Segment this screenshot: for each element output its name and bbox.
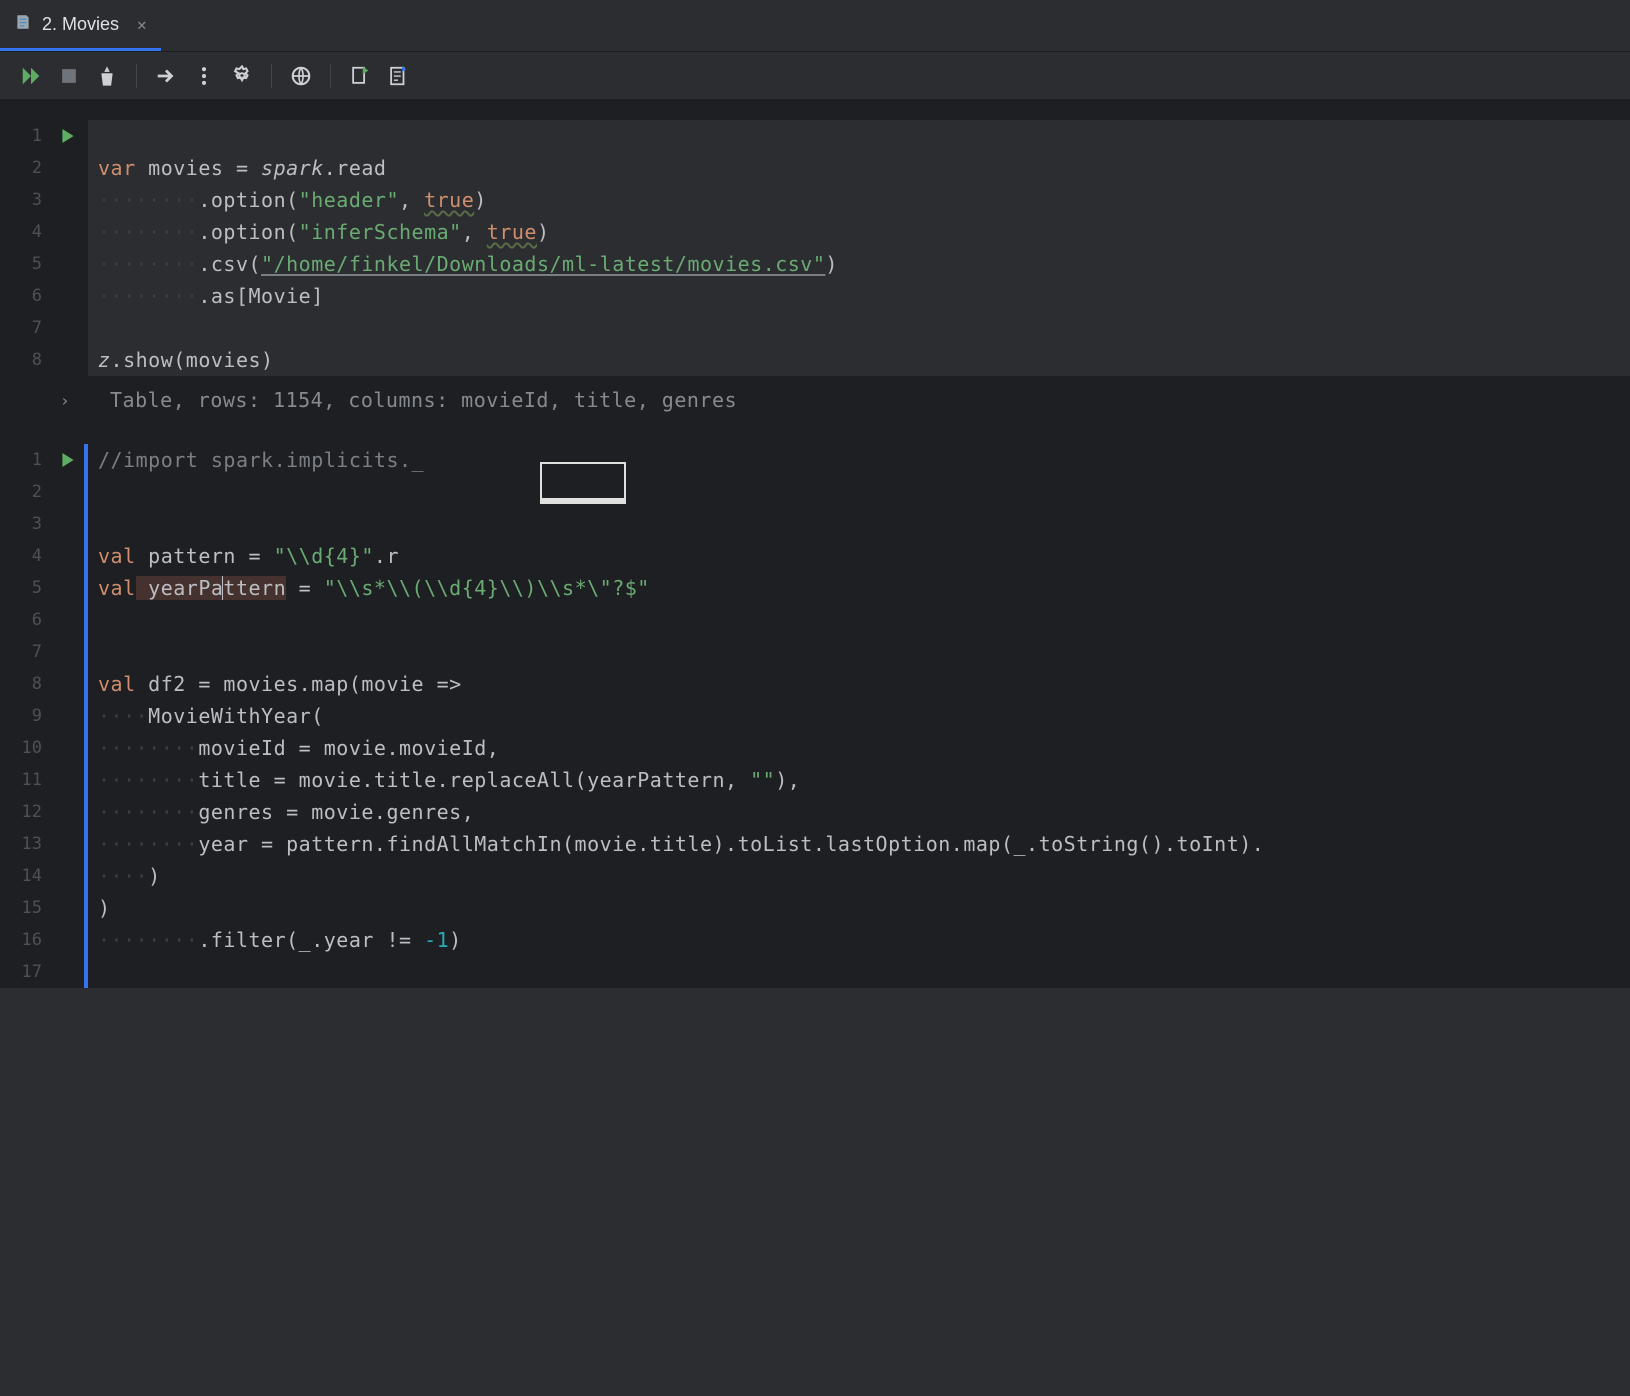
- line-number: 1: [0, 126, 52, 146]
- line-number: 7: [0, 642, 52, 662]
- line-number: 2: [0, 482, 52, 502]
- code-cell-2[interactable]: 1 2 3 4 5 6 7 8 9 10 11 12 13 14 15 16 1…: [0, 444, 1630, 988]
- code-area[interactable]: //import spark.implicits._ val pattern =…: [88, 444, 1630, 988]
- line-number: 6: [0, 286, 52, 306]
- line-number: 2: [0, 158, 52, 178]
- stop-button[interactable]: [52, 59, 86, 93]
- close-icon[interactable]: ✕: [137, 15, 147, 34]
- chevron-right-icon[interactable]: ›: [60, 391, 90, 410]
- line-number: 5: [0, 578, 52, 598]
- paste-icon[interactable]: [343, 59, 377, 93]
- line-number: 11: [0, 770, 52, 790]
- line-number: 6: [0, 610, 52, 630]
- toolbar: [0, 52, 1630, 100]
- editor: 1 2 3 4 5 6 7 8 var movies = spark.read …: [0, 100, 1630, 988]
- clear-outputs-button[interactable]: [90, 59, 124, 93]
- line-number: 4: [0, 222, 52, 242]
- toolbar-separator: [136, 64, 137, 88]
- toolbar-separator: [330, 64, 331, 88]
- line-number: 9: [0, 706, 52, 726]
- line-number: 3: [0, 514, 52, 534]
- line-number: 1: [0, 450, 52, 470]
- line-number: 17: [0, 962, 52, 982]
- gutter: 1 2 3 4 5 6 7 8: [0, 120, 84, 376]
- line-number: 16: [0, 930, 52, 950]
- tab-label: 2. Movies: [42, 14, 119, 35]
- more-icon[interactable]: [187, 59, 221, 93]
- line-number: 8: [0, 350, 52, 370]
- line-number: 3: [0, 190, 52, 210]
- tab-movies[interactable]: 2. Movies ✕: [0, 0, 161, 51]
- line-number: 15: [0, 898, 52, 918]
- notebook-icon: [14, 13, 32, 36]
- cell-output[interactable]: › Table, rows: 1154, columns: movieId, t…: [0, 376, 1630, 424]
- line-number: 7: [0, 318, 52, 338]
- run-cell-icon[interactable]: [52, 453, 84, 467]
- code-area[interactable]: var movies = spark.read ········.option(…: [88, 120, 1630, 376]
- settings-icon[interactable]: [225, 59, 259, 93]
- line-number: 13: [0, 834, 52, 854]
- code-cell-1[interactable]: 1 2 3 4 5 6 7 8 var movies = spark.read …: [0, 120, 1630, 376]
- document-icon[interactable]: [381, 59, 415, 93]
- gutter: 1 2 3 4 5 6 7 8 9 10 11 12 13 14 15 16 1…: [0, 444, 84, 988]
- globe-icon[interactable]: [284, 59, 318, 93]
- toolbar-separator: [271, 64, 272, 88]
- line-number: 5: [0, 254, 52, 274]
- output-text: Table, rows: 1154, columns: movieId, tit…: [90, 388, 737, 412]
- run-cell-icon[interactable]: [52, 129, 84, 143]
- line-number: 10: [0, 738, 52, 758]
- line-number: 4: [0, 546, 52, 566]
- line-number: 12: [0, 802, 52, 822]
- restart-button[interactable]: [149, 59, 183, 93]
- run-all-button[interactable]: [14, 59, 48, 93]
- tab-bar: 2. Movies ✕: [0, 0, 1630, 52]
- line-number: 8: [0, 674, 52, 694]
- line-number: 14: [0, 866, 52, 886]
